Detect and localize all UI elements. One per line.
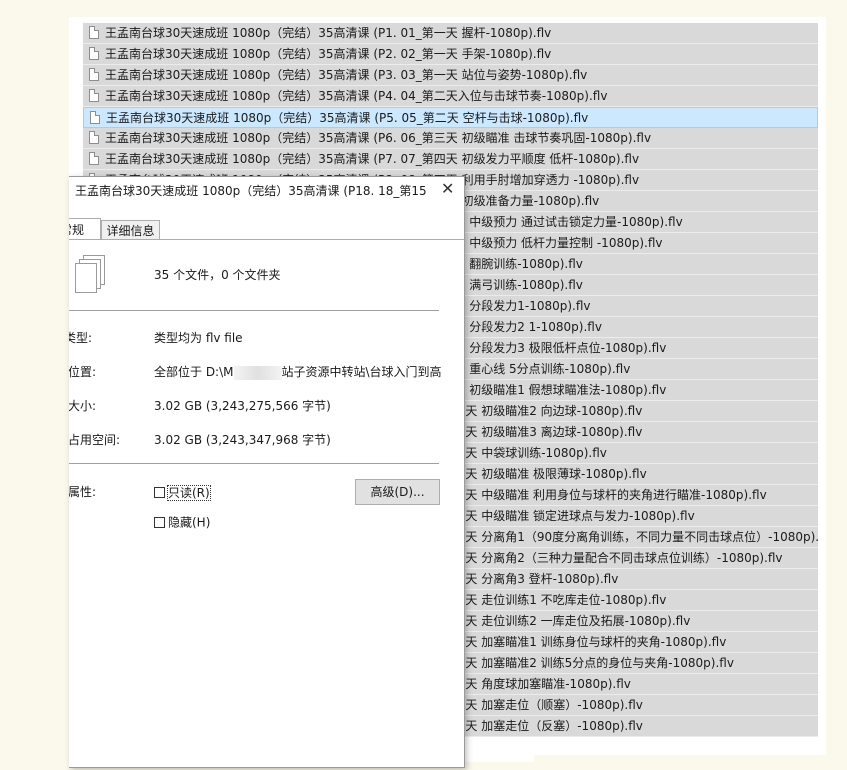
file-icon	[89, 68, 99, 81]
file-row[interactable]: 王孟南台球30天速成班 1080p（完结）35高清课 (P7. 07_第四天 初…	[83, 149, 818, 170]
file-count-summary: 35 个文件，0 个文件夹	[154, 268, 281, 282]
file-name: 王孟南台球30天速成班 1080p（完结）35高清课 (P3. 03_第一天 站…	[105, 68, 588, 82]
checkbox-box[interactable]	[154, 487, 165, 498]
hidden-checkbox[interactable]: 隐藏(H)	[154, 515, 210, 530]
file-row[interactable]: 王孟南台球30天速成班 1080p（完结）35高清课 (P6. 06_第三天 初…	[83, 128, 818, 149]
divider	[69, 463, 439, 464]
file-row[interactable]: 王孟南台球30天速成班 1080p（完结）35高清课 (P1. 01_第一天 握…	[83, 23, 818, 44]
tab-details-label: 详细信息	[106, 224, 155, 238]
disk-size-label: 占用空间:	[69, 433, 121, 447]
horizontal-scrollbar[interactable]: ›	[534, 755, 826, 762]
file-icon	[89, 26, 99, 39]
checkbox-box[interactable]	[154, 517, 165, 528]
type-label: 类型:	[69, 331, 93, 345]
file-name: 王孟南台球30天速成班 1080p（完结）35高清课 (P5. 05_第二天 空…	[106, 111, 589, 125]
file-icon	[90, 111, 100, 124]
tab-general-label: 常规	[69, 223, 85, 237]
tab-panel-border	[69, 239, 464, 240]
location-label: 位置:	[69, 365, 97, 379]
divider	[69, 310, 439, 311]
size-value: 3.02 GB (3,243,275,566 字节)	[154, 399, 331, 413]
file-row[interactable]: 王孟南台球30天速成班 1080p（完结）35高清课 (P4. 04_第二天入位…	[83, 86, 818, 107]
readonly-checkbox[interactable]: 只读(R)	[154, 484, 211, 501]
file-name: 王孟南台球30天速成班 1080p（完结）35高清课 (P1. 01_第一天 握…	[105, 26, 552, 40]
size-label: 大小:	[69, 399, 97, 413]
tab-details[interactable]: 详细信息	[101, 220, 160, 240]
location-value: 全部位于 D:\M 站子资源中转站\台球入门到高	[154, 363, 442, 380]
file-row[interactable]: 王孟南台球30天速成班 1080p（完结）35高清课 (P5. 05_第二天 空…	[83, 107, 818, 128]
tab-general[interactable]: 常规	[69, 218, 101, 240]
file-icon	[89, 47, 99, 60]
file-name: 王孟南台球30天速成班 1080p（完结）35高清课 (P6. 06_第三天 初…	[105, 131, 652, 145]
file-name: 王孟南台球30天速成班 1080p（完结）35高清课 (P4. 04_第二天入位…	[105, 89, 608, 103]
file-icon	[89, 152, 99, 165]
file-icon	[89, 89, 99, 102]
file-name: 王孟南台球30天速成班 1080p（完结）35高清课 (P2. 02_第一天 手…	[105, 47, 552, 61]
attributes-label: 属性:	[69, 485, 97, 499]
file-row[interactable]: 王孟南台球30天速成班 1080p（完结）35高清课 (P3. 03_第一天 站…	[83, 65, 818, 86]
dialog-title: 王孟南台球30天速成班 1080p（完结）35高清课 (P18. 18_第15.…	[75, 184, 427, 198]
file-name: 王孟南台球30天速成班 1080p（完结）35高清课 (P7. 07_第四天 初…	[105, 152, 640, 166]
hidden-label: 隐藏(H)	[168, 515, 211, 530]
location-suffix: 站子资源中转站\台球入门到高	[281, 365, 442, 379]
file-icon	[89, 131, 99, 144]
redacted-region	[233, 365, 282, 380]
type-value: 类型均为 flv file	[154, 331, 243, 345]
readonly-label: 只读(R)	[167, 484, 211, 501]
properties-dialog: 王孟南台球30天速成班 1080p（完结）35高清课 (P18. 18_第15.…	[69, 176, 465, 768]
close-icon[interactable]: ✕	[441, 179, 454, 199]
location-prefix: 全部位于 D:\M	[154, 365, 234, 379]
multiple-files-icon	[73, 255, 105, 295]
file-row[interactable]: 王孟南台球30天速成班 1080p（完结）35高清课 (P2. 02_第一天 手…	[83, 44, 818, 65]
advanced-button[interactable]: 高级(D)...	[355, 479, 440, 505]
disk-size-value: 3.02 GB (3,243,347,968 字节)	[154, 433, 331, 447]
